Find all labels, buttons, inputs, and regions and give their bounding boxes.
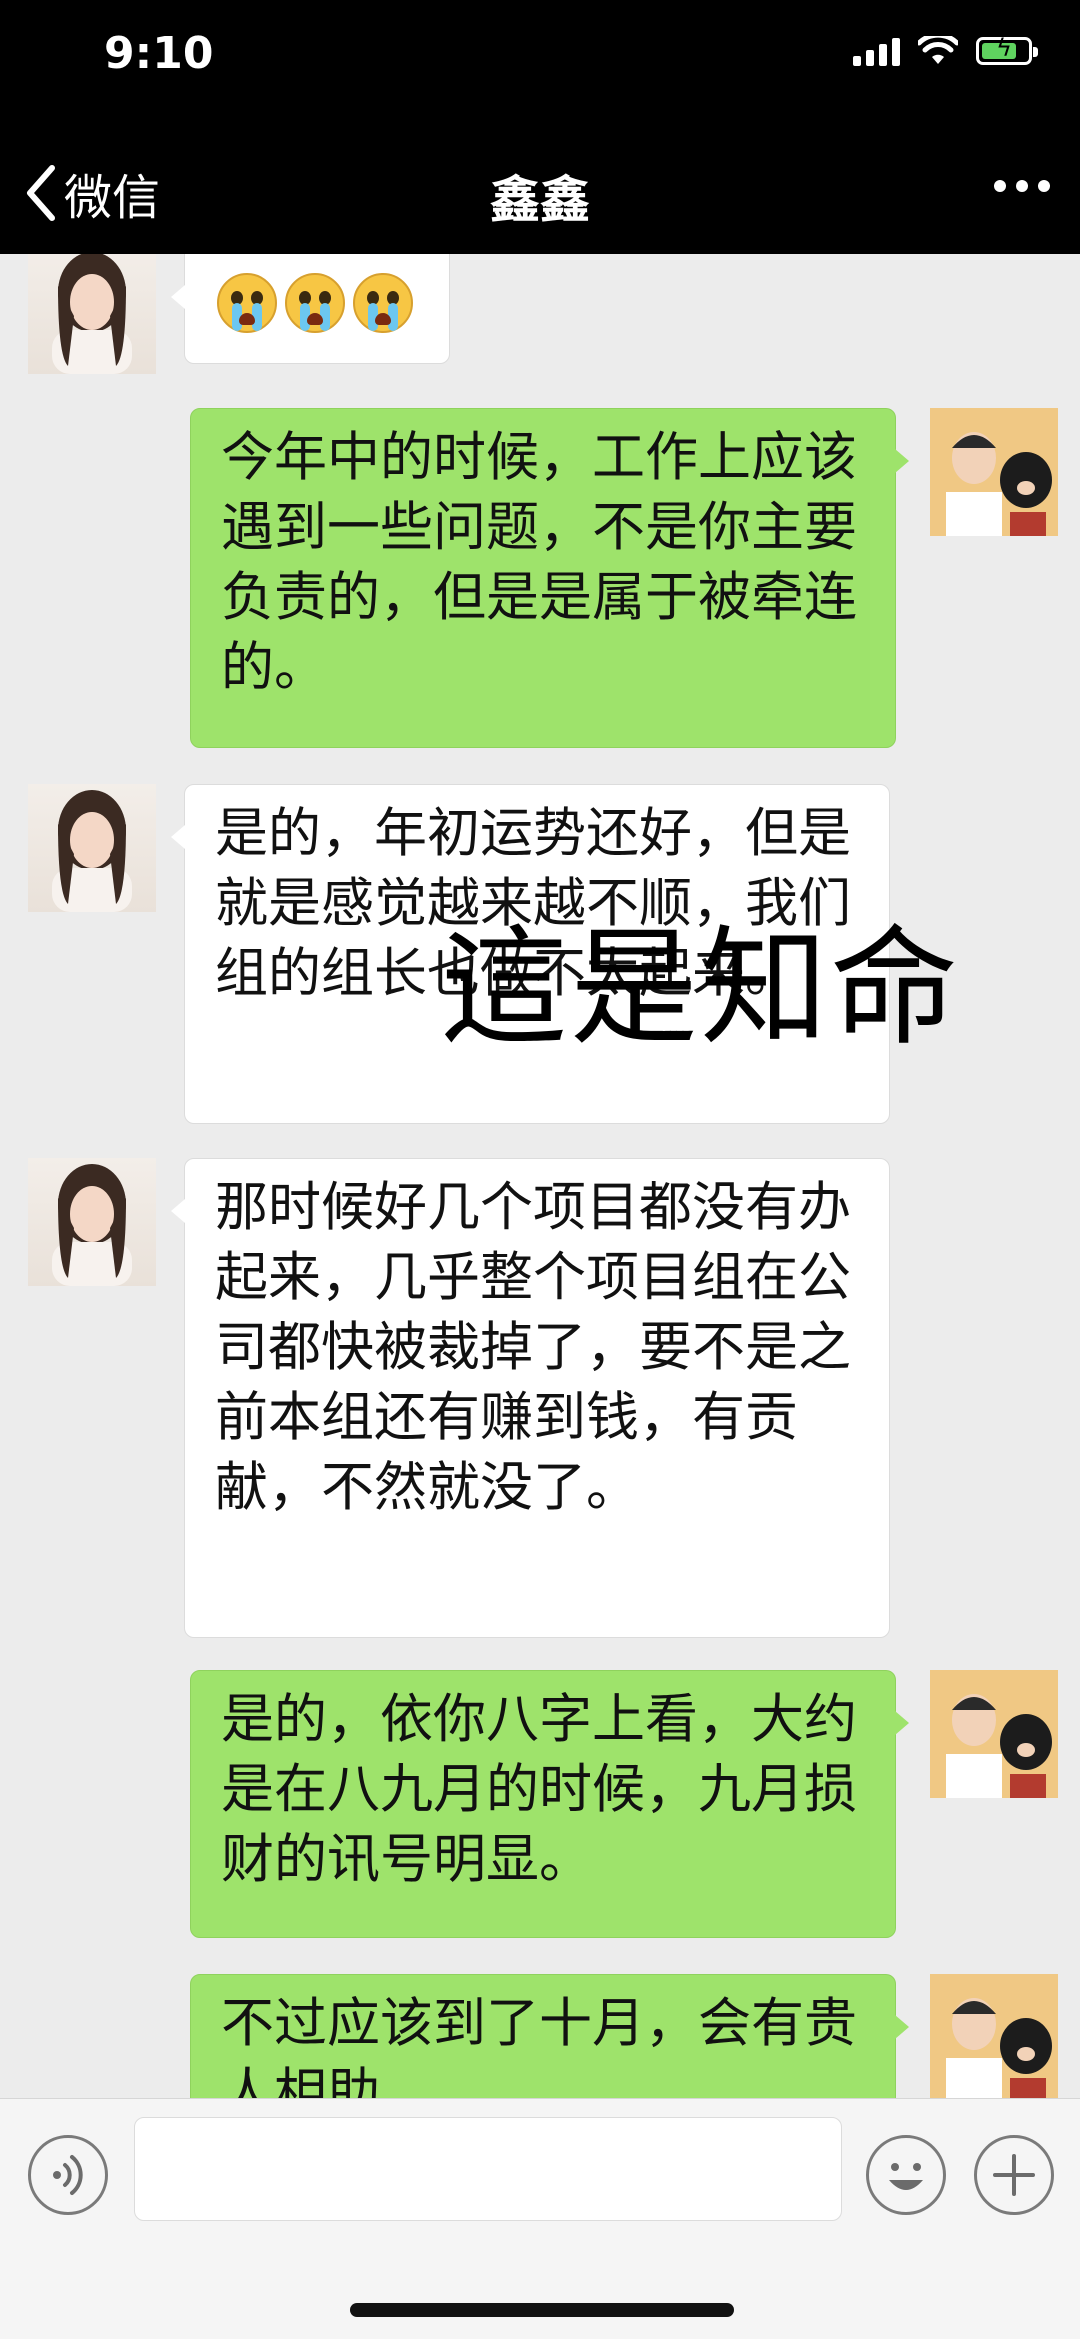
emoji-icon [889, 2163, 923, 2190]
crying-face-icon [217, 273, 277, 333]
message-bubble-self[interactable]: 不过应该到了十月，会有贵人相助 [190, 1974, 909, 2098]
chat-area[interactable]: 今年中的时候，工作上应该遇到一些问题，不是你主要负责的，但是是属于被牵连的。 是… [0, 254, 1080, 2098]
contact-avatar[interactable] [28, 1158, 156, 1286]
contact-avatar[interactable] [28, 784, 156, 912]
crying-face-icon [353, 273, 413, 333]
self-avatar[interactable] [930, 1670, 1058, 1798]
voice-icon [53, 2155, 83, 2195]
plus-button[interactable] [974, 2135, 1054, 2215]
home-indicator[interactable] [350, 2303, 734, 2317]
message-input[interactable] [134, 2117, 842, 2221]
plus-icon [993, 2154, 1035, 2196]
emoji-button[interactable] [866, 2135, 946, 2215]
self-avatar[interactable] [930, 1974, 1058, 2098]
battery-charging-icon: ϟ [976, 34, 1038, 65]
nav-bar: 微信 鑫鑫 [0, 130, 1080, 254]
chat-title: 鑫鑫 [490, 171, 590, 229]
message-text: 今年中的时候，工作上应该遇到一些问题，不是你主要负责的，但是是属于被牵连的。 [221, 427, 857, 698]
message-bubble-contact[interactable]: 那时候好几个项目都没有办起来，几乎整个项目组在公司都快被裁掉了，要不是之前本组还… [171, 1158, 890, 1638]
status-icons: ϟ [853, 34, 1038, 66]
status-time: 9:10 [104, 28, 214, 79]
message-text: 那时候好几个项目都没有办起来，几乎整个项目组在公司都快被裁掉了，要不是之前本组还… [215, 1177, 851, 1518]
charging-bolt-icon: ϟ [996, 34, 1012, 62]
overlay-caption: 這是知命 [440, 914, 961, 1063]
message-text: 不过应该到了十月，会有贵人相助 [221, 1993, 857, 2098]
crying-face-icon [285, 273, 345, 333]
self-avatar[interactable] [930, 408, 1058, 536]
message-bubble-self[interactable]: 今年中的时候，工作上应该遇到一些问题，不是你主要负责的，但是是属于被牵连的。 [190, 408, 909, 748]
contact-avatar[interactable] [28, 254, 156, 374]
status-bar: 9:10 ϟ [0, 0, 1080, 130]
more-dots-icon[interactable] [994, 180, 1050, 192]
message-bubble-contact[interactable] [171, 254, 450, 364]
input-bar [0, 2098, 1080, 2339]
signal-icon [853, 36, 900, 66]
emoji-row [185, 254, 449, 333]
wifi-icon [918, 36, 958, 64]
message-text: 是的，依你八字上看，大约是在八九月的时候，九月损财的讯号明显。 [221, 1689, 857, 1890]
voice-button[interactable] [28, 2135, 108, 2215]
message-bubble-self[interactable]: 是的，依你八字上看，大约是在八九月的时候，九月损财的讯号明显。 [190, 1670, 909, 1938]
